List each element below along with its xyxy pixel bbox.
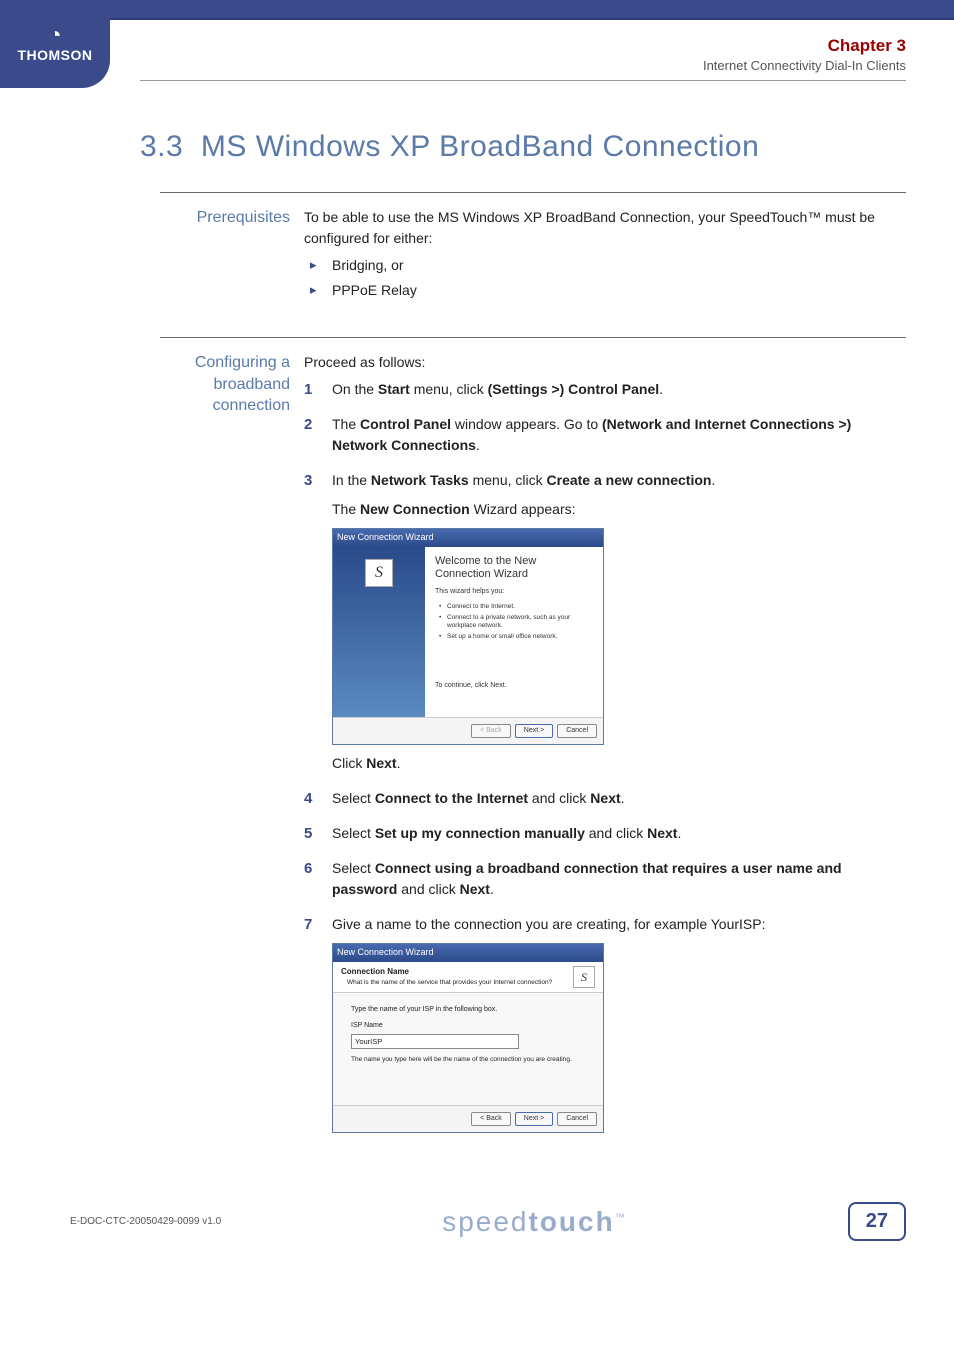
doc-id: E-DOC-CTC-20050429-0099 v1.0 <box>70 1216 221 1227</box>
header-right: Chapter 3 Internet Connectivity Dial-In … <box>703 36 906 73</box>
prereq-item: Bridging, or <box>304 255 906 276</box>
configuring-intro: Proceed as follows: <box>304 352 906 373</box>
wizard-bullet: Connect to a private network, such as yo… <box>439 614 593 631</box>
page-number: 27 <box>848 1202 906 1241</box>
page-footer: E-DOC-CTC-20050429-0099 v1.0 speedtouch™… <box>70 1202 906 1241</box>
wizard-welcome-title: Welcome to the New Connection Wizard <box>435 555 593 581</box>
wizard-glyph-icon: S <box>375 561 383 585</box>
back-button[interactable]: < Back <box>471 724 511 739</box>
chapter-subtitle: Internet Connectivity Dial-In Clients <box>703 58 906 73</box>
wizard-connection-name-dialog: New Connection Wizard Connection Name Wh… <box>332 943 604 1133</box>
block-configuring: Configuring a broadband connection Proce… <box>160 337 906 1147</box>
label-configuring: Configuring a broadband connection <box>160 352 304 1147</box>
next-button[interactable]: Next > <box>515 724 553 739</box>
header-rule <box>140 80 906 81</box>
footer-brand: speedtouch™ <box>442 1206 627 1238</box>
wizard-subheading: What is the name of the service that pro… <box>341 978 573 988</box>
wizard-bullets: Connect to the Internet. Connect to a pr… <box>439 603 593 641</box>
isp-name-input[interactable]: YourISP <box>351 1034 519 1049</box>
wizard-sidebar-image: S <box>333 547 425 717</box>
wizard-continue-text: To continue, click Next. <box>435 681 593 692</box>
step-5: Select Set up my connection manually and… <box>304 823 906 844</box>
block-prerequisites: Prerequisites To be able to use the MS W… <box>160 192 906 307</box>
prereq-intro: To be able to use the MS Windows XP Broa… <box>304 207 906 249</box>
section-title: 3.3 MS Windows XP BroadBand Connection <box>140 130 906 164</box>
wizard-titlebar: New Connection Wizard <box>333 944 603 962</box>
step-7: Give a name to the connection you are cr… <box>304 914 906 1133</box>
prereq-item: PPPoE Relay <box>304 280 906 301</box>
wizard-help-text: This wizard helps you: <box>435 587 593 598</box>
step-3: In the Network Tasks menu, click Create … <box>304 470 906 774</box>
chapter-label: Chapter 3 <box>703 36 906 56</box>
step-2: The Control Panel window appears. Go to … <box>304 414 906 456</box>
step-4: Select Connect to the Internet and click… <box>304 788 906 809</box>
wizard-welcome-dialog: New Connection Wizard S Welcome to the N… <box>332 528 604 745</box>
wizard-heading: Connection Name <box>341 966 573 978</box>
steps-list: On the Start menu, click (Settings >) Co… <box>304 379 906 1133</box>
label-prerequisites: Prerequisites <box>160 207 304 307</box>
wizard-bullet: Connect to the Internet. <box>439 603 593 611</box>
prereq-list: Bridging, or PPPoE Relay <box>304 255 906 301</box>
back-button[interactable]: < Back <box>471 1112 511 1127</box>
brand-glyph-icon: ◔ <box>17 24 92 46</box>
brand-text: THOMSON <box>17 48 92 62</box>
isp-name-label: ISP Name <box>351 1021 585 1032</box>
section-title-text: MS Windows XP BroadBand Connection <box>201 130 759 163</box>
cancel-button[interactable]: Cancel <box>557 724 597 739</box>
wizard-bullet: Set up a home or small office network. <box>439 633 593 641</box>
brand-logo: ◔ THOMSON <box>0 18 110 88</box>
step-1: On the Start menu, click (Settings >) Co… <box>304 379 906 400</box>
isp-hint: The name you type here will be the name … <box>351 1055 585 1065</box>
wizard-glyph-icon: S <box>581 968 587 986</box>
isp-type-label: Type the name of your ISP in the followi… <box>351 1005 585 1016</box>
step-6: Select Connect using a broadband connect… <box>304 858 906 900</box>
wizard-titlebar: New Connection Wizard <box>333 529 603 547</box>
cancel-button[interactable]: Cancel <box>557 1112 597 1127</box>
next-button[interactable]: Next > <box>515 1112 553 1127</box>
top-stripe <box>0 0 954 20</box>
section-number: 3.3 <box>140 130 183 163</box>
